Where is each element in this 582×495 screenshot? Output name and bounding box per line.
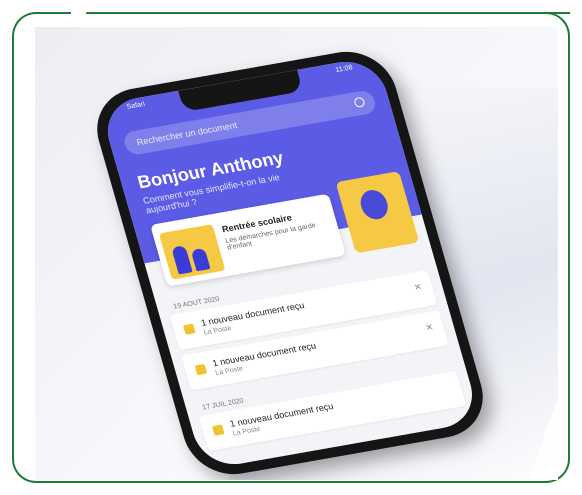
frame-top-line	[86, 12, 570, 14]
phone-mockup: Safari 11:08 Rechercher un document Bonj…	[86, 33, 555, 480]
family-illustration	[158, 224, 226, 280]
person-figure	[171, 245, 193, 275]
lightbulb-icon	[357, 188, 392, 222]
person-figure	[190, 247, 211, 272]
document-icon	[211, 424, 225, 436]
document-icon	[183, 323, 196, 335]
document-icon	[194, 363, 208, 376]
phone-screen: Safari 11:08 Rechercher un document Bonj…	[98, 55, 482, 471]
close-icon[interactable]: ✕	[413, 281, 424, 293]
frame-right-line	[568, 42, 570, 453]
product-photo: Safari 11:08 Rechercher un document Bonj…	[35, 27, 558, 480]
item-title: 1 nouveau document reçu	[211, 340, 318, 369]
frame-top-left-segment	[35, 12, 71, 14]
close-icon[interactable]: ✕	[424, 322, 435, 334]
phone-body: Safari 11:08 Rechercher un document Bonj…	[86, 44, 494, 480]
search-placeholder: Rechercher un document	[135, 120, 239, 148]
search-icon[interactable]	[353, 96, 366, 108]
frame-bottom-line	[42, 481, 540, 483]
frame-left-line	[12, 42, 14, 453]
